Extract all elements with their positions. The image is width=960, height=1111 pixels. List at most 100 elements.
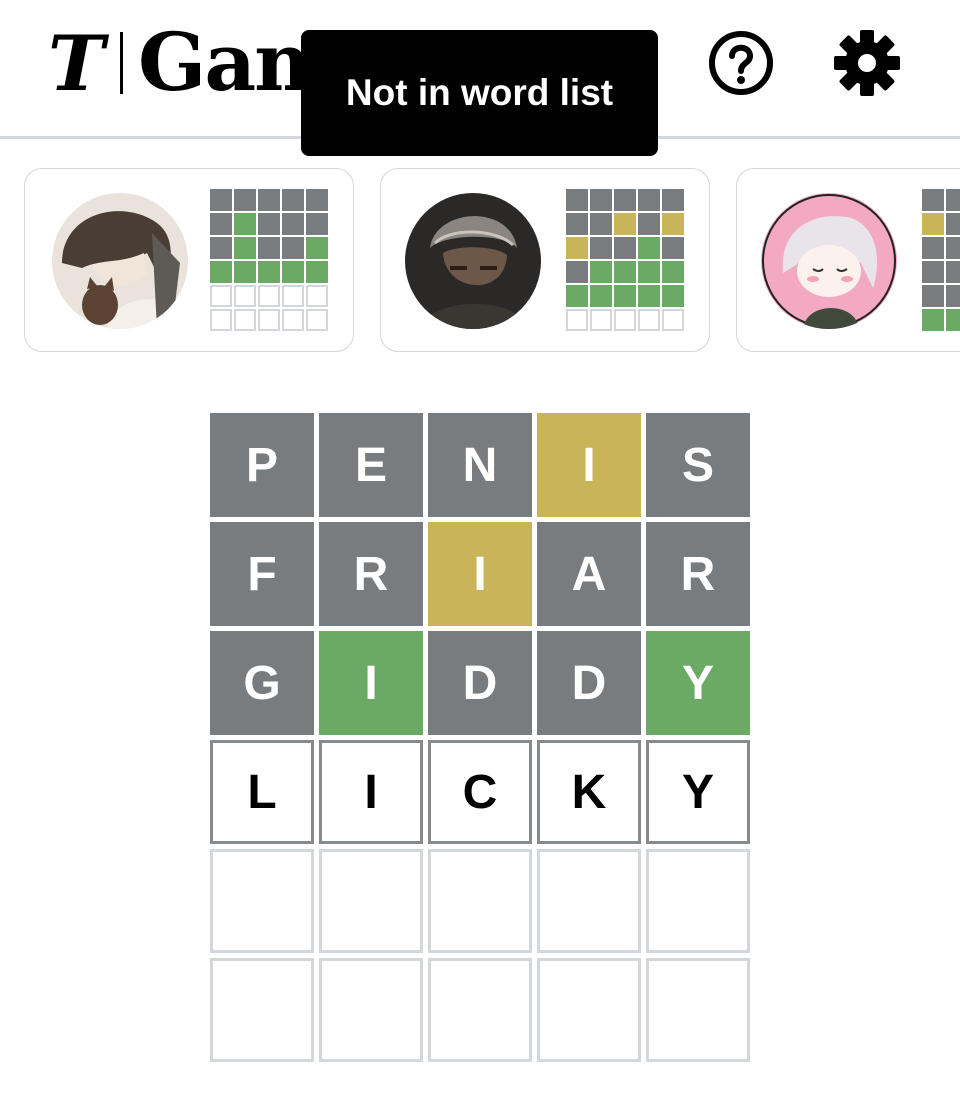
- mini-cell: [922, 309, 944, 331]
- mini-cell: [210, 309, 232, 331]
- board-tile: [646, 849, 750, 953]
- board-tile: K: [537, 740, 641, 844]
- board-tile: I: [537, 413, 641, 517]
- mini-cell: [614, 285, 636, 307]
- mini-cell: [638, 309, 660, 331]
- board-tile: R: [319, 522, 423, 626]
- mini-cell: [922, 261, 944, 283]
- mini-cell: [662, 309, 684, 331]
- board-tile: [428, 849, 532, 953]
- mini-cell: [590, 261, 612, 283]
- board-tile: Y: [646, 631, 750, 735]
- board-tile: G: [210, 631, 314, 735]
- board-tile: I: [319, 631, 423, 735]
- mini-cell: [306, 237, 328, 259]
- friend-mini-grid: [922, 189, 960, 331]
- board-tile: [319, 849, 423, 953]
- mini-cell: [590, 213, 612, 235]
- board-tile: P: [210, 413, 314, 517]
- mini-cell: [590, 285, 612, 307]
- mini-cell: [282, 213, 304, 235]
- board-tile: E: [319, 413, 423, 517]
- mini-cell: [234, 261, 256, 283]
- mini-cell: [922, 213, 944, 235]
- mini-cell: [234, 213, 256, 235]
- mini-cell: [946, 285, 960, 307]
- board-tile: [537, 849, 641, 953]
- mini-cell: [590, 189, 612, 211]
- mini-cell: [210, 285, 232, 307]
- mini-cell: [306, 309, 328, 331]
- mini-cell: [282, 237, 304, 259]
- mini-cell: [234, 285, 256, 307]
- mini-cell: [258, 237, 280, 259]
- mini-cell: [282, 309, 304, 331]
- mini-cell: [662, 285, 684, 307]
- mini-cell: [566, 213, 588, 235]
- mini-cell: [258, 213, 280, 235]
- gear-icon: [834, 30, 900, 96]
- friend-card[interactable]: [736, 168, 960, 352]
- mini-cell: [258, 189, 280, 211]
- mini-cell: [234, 309, 256, 331]
- board-tile: F: [210, 522, 314, 626]
- mini-cell: [638, 213, 660, 235]
- board-tile: Y: [646, 740, 750, 844]
- mini-cell: [946, 189, 960, 211]
- mini-cell: [946, 213, 960, 235]
- mini-cell: [258, 261, 280, 283]
- board-tile: [210, 958, 314, 1062]
- mini-cell: [922, 189, 944, 211]
- mini-cell: [946, 237, 960, 259]
- mini-cell: [282, 261, 304, 283]
- help-circle-icon: [709, 31, 773, 95]
- mini-cell: [306, 213, 328, 235]
- nyt-logo-mark[interactable]: T: [48, 26, 105, 102]
- friend-avatar: [52, 193, 188, 329]
- mini-cell: [210, 189, 232, 211]
- board-tile: [428, 958, 532, 1062]
- board-tile: I: [428, 522, 532, 626]
- friends-row[interactable]: [0, 168, 960, 354]
- mini-cell: [282, 189, 304, 211]
- mini-cell: [234, 189, 256, 211]
- mini-cell: [306, 189, 328, 211]
- board-tile: S: [646, 413, 750, 517]
- mini-cell: [662, 189, 684, 211]
- board-tile: N: [428, 413, 532, 517]
- toast-message: Not in word list: [301, 30, 658, 156]
- board-tile: A: [537, 522, 641, 626]
- mini-cell: [566, 285, 588, 307]
- mini-cell: [662, 237, 684, 259]
- mini-cell: [566, 189, 588, 211]
- mini-cell: [210, 213, 232, 235]
- mini-cell: [614, 213, 636, 235]
- mini-cell: [258, 285, 280, 307]
- mini-cell: [566, 309, 588, 331]
- mini-cell: [210, 237, 232, 259]
- mini-cell: [590, 237, 612, 259]
- mini-cell: [566, 261, 588, 283]
- mini-cell: [638, 237, 660, 259]
- mini-cell: [258, 309, 280, 331]
- mini-cell: [614, 261, 636, 283]
- mini-cell: [638, 285, 660, 307]
- board-tile: D: [537, 631, 641, 735]
- friend-card[interactable]: [24, 168, 354, 352]
- game-board: PENISFRIARGIDDYLICKY: [210, 413, 750, 1062]
- mini-cell: [946, 309, 960, 331]
- board-tile: [537, 958, 641, 1062]
- friend-mini-grid: [566, 189, 684, 331]
- mini-cell: [922, 285, 944, 307]
- mini-cell: [234, 237, 256, 259]
- board-tile: L: [210, 740, 314, 844]
- board-tile: [210, 849, 314, 953]
- settings-button[interactable]: [832, 28, 902, 98]
- mini-cell: [566, 237, 588, 259]
- help-button[interactable]: [708, 30, 774, 96]
- mini-cell: [614, 309, 636, 331]
- mini-cell: [662, 261, 684, 283]
- mini-cell: [590, 309, 612, 331]
- board-tile: I: [319, 740, 423, 844]
- friend-card[interactable]: [380, 168, 710, 352]
